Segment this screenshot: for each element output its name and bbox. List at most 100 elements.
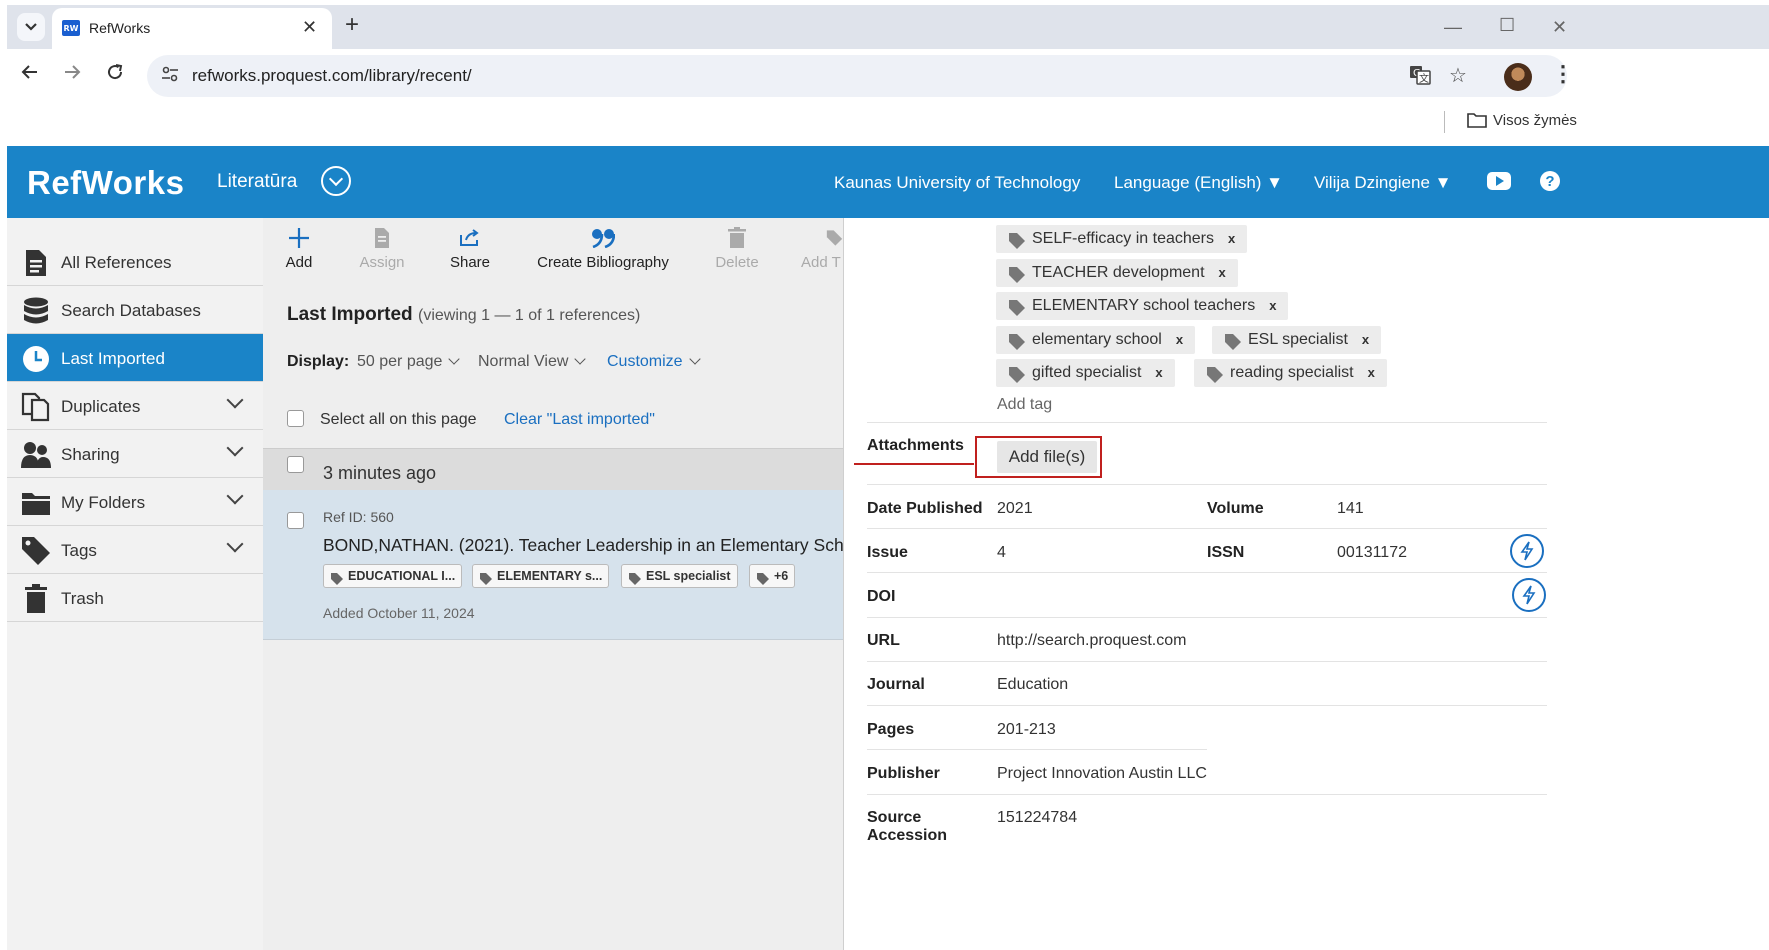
youtube-icon[interactable] [1487,172,1511,190]
bookmark-star-icon[interactable]: ☆ [1449,63,1467,88]
sidebar-item-last-imported[interactable]: Last Imported [7,334,263,382]
maximize-icon[interactable]: ☐ [1499,15,1515,36]
profile-avatar[interactable] [1504,63,1532,91]
issn-lookup-button[interactable] [1510,534,1544,568]
divider [867,422,1547,423]
sidebar-item-trash[interactable]: Trash [7,574,263,622]
browser-tab[interactable]: RW RefWorks ✕ [52,8,332,49]
tag-icon [1009,231,1025,259]
remove-tag-icon[interactable]: x [1176,332,1183,347]
trash-icon [713,226,761,250]
add-button[interactable]: Add [283,226,315,271]
tag-icon [21,537,51,565]
sidebar-item-sharing[interactable]: Sharing [7,430,263,478]
pages-value[interactable]: 201-213 [997,721,1056,739]
volume-label: Volume [1207,500,1264,517]
view-mode-select[interactable]: Normal View [478,353,584,371]
all-bookmarks-button[interactable]: Visos žymės [1467,112,1577,129]
delete-button[interactable]: Delete [713,226,761,271]
remove-tag-icon[interactable]: x [1219,265,1226,280]
divider [867,528,1547,529]
chevron-down-icon[interactable] [226,487,244,505]
reference-tag-chip[interactable]: ELEMENTARY s... [472,564,610,588]
close-window-icon[interactable]: ✕ [1552,17,1567,38]
institution-link[interactable]: Kaunas University of Technology [834,173,1080,193]
browser-chrome: RW RefWorks ✕ + — ☐ ✕ refworks.proquest.… [0,0,1769,146]
project-name[interactable]: Literatūra [217,171,297,193]
detail-tag-label: SELF-efficacy in teachers [1032,230,1215,247]
detail-tag: ELEMENTARY school teachers x [996,292,1289,320]
user-menu[interactable]: Vilija Dzingiene ▼ [1314,173,1451,193]
sidebar-item-duplicates[interactable]: Duplicates [7,382,263,430]
divider [867,572,1547,573]
reference-citation[interactable]: BOND,NATHAN. (2021). Teacher Leadership … [323,535,843,556]
sidebar-item-tags[interactable]: Tags [7,526,263,574]
tab-search-button[interactable] [17,13,45,41]
reference-tag-chip[interactable]: ESL specialist [621,564,738,588]
site-settings-icon[interactable] [161,66,179,86]
language-menu[interactable]: Language (English) ▼ [1114,173,1283,193]
all-bookmarks-label: Visos žymės [1493,112,1577,129]
journal-value[interactable]: Education [997,676,1068,694]
clear-last-imported-link[interactable]: Clear "Last imported" [504,411,655,429]
url-value[interactable]: http://search.proquest.com [997,632,1186,650]
customize-link[interactable]: Customize [607,353,699,371]
url-label: URL [867,632,900,649]
reference-checkbox[interactable] [287,512,304,529]
project-dropdown-icon[interactable] [321,166,351,196]
assign-button[interactable]: Assign [357,226,407,271]
help-icon[interactable]: ? [1540,171,1560,191]
select-all-checkbox[interactable] [287,410,304,427]
document-icon [21,250,51,276]
add-label: Add [285,254,313,271]
tag-chip-label: ESL specialist [646,569,731,583]
per-page-select[interactable]: 50 per page [357,353,458,371]
journal-label: Journal [867,676,925,693]
minimize-icon[interactable]: — [1444,17,1462,38]
volume-value[interactable]: 141 [1337,500,1364,518]
url-text[interactable]: refworks.proquest.com/library/recent/ [192,66,472,86]
add-files-button[interactable]: Add file(s) [997,441,1097,473]
new-tab-button[interactable]: + [345,13,359,37]
refworks-logo[interactable]: RefWorks [27,164,184,202]
reference-tag-chip[interactable]: EDUCATIONAL I... [323,564,463,588]
chevron-down-icon[interactable] [226,439,244,457]
close-tab-icon[interactable]: ✕ [302,17,317,38]
remove-tag-icon[interactable]: x [1228,231,1235,246]
list-title: Last Imported [287,304,413,325]
address-bar[interactable]: refworks.proquest.com/library/recent/ G文… [147,55,1567,97]
bookmarks-separator [1444,111,1445,133]
sidebar-item-all-references[interactable]: All References [7,238,263,286]
back-button[interactable] [21,63,39,85]
doi-lookup-button[interactable] [1512,578,1546,612]
chevron-down-icon[interactable] [226,391,244,409]
remove-tag-icon[interactable]: x [1362,332,1369,347]
tag-icon [1009,365,1025,393]
bookmarks-bar: Visos žymės [7,105,1769,139]
sidebar-item-search-databases[interactable]: Search Databases [7,286,263,334]
more-tags-chip[interactable]: +6 [749,564,796,588]
create-bibliography-button[interactable]: Create Bibliography [533,226,673,271]
date-published-value[interactable]: 2021 [997,500,1033,518]
source-accession-value[interactable]: 151224784 [997,809,1077,827]
reload-button[interactable] [106,63,124,85]
translate-icon[interactable]: G文 [1409,65,1431,90]
tag-icon [1207,365,1223,393]
reference-row[interactable]: Ref ID: 560 BOND,NATHAN. (2021). Teacher… [263,490,843,640]
forward-button[interactable] [63,63,81,85]
remove-tag-icon[interactable]: x [1269,298,1276,313]
chevron-down-icon[interactable] [226,535,244,553]
publisher-value[interactable]: Project Innovation Austin LLC [997,765,1207,783]
group-checkbox[interactable] [287,456,304,473]
issue-value[interactable]: 4 [997,544,1006,562]
remove-tag-icon[interactable]: x [1155,365,1162,380]
add-tag-input[interactable]: Add tag [997,396,1052,414]
issn-value[interactable]: 00131172 [1337,544,1407,562]
browser-menu-icon[interactable]: ⋮ [1552,61,1574,87]
sidebar-item-my-folders[interactable]: My Folders [7,478,263,526]
share-button[interactable]: Share [449,226,491,271]
remove-tag-icon[interactable]: x [1368,365,1375,380]
add-tag-button[interactable]: Add T [801,226,843,271]
tag-chip-label: ELEMENTARY s... [497,569,603,583]
sidebar-item-label: All References [61,253,172,272]
